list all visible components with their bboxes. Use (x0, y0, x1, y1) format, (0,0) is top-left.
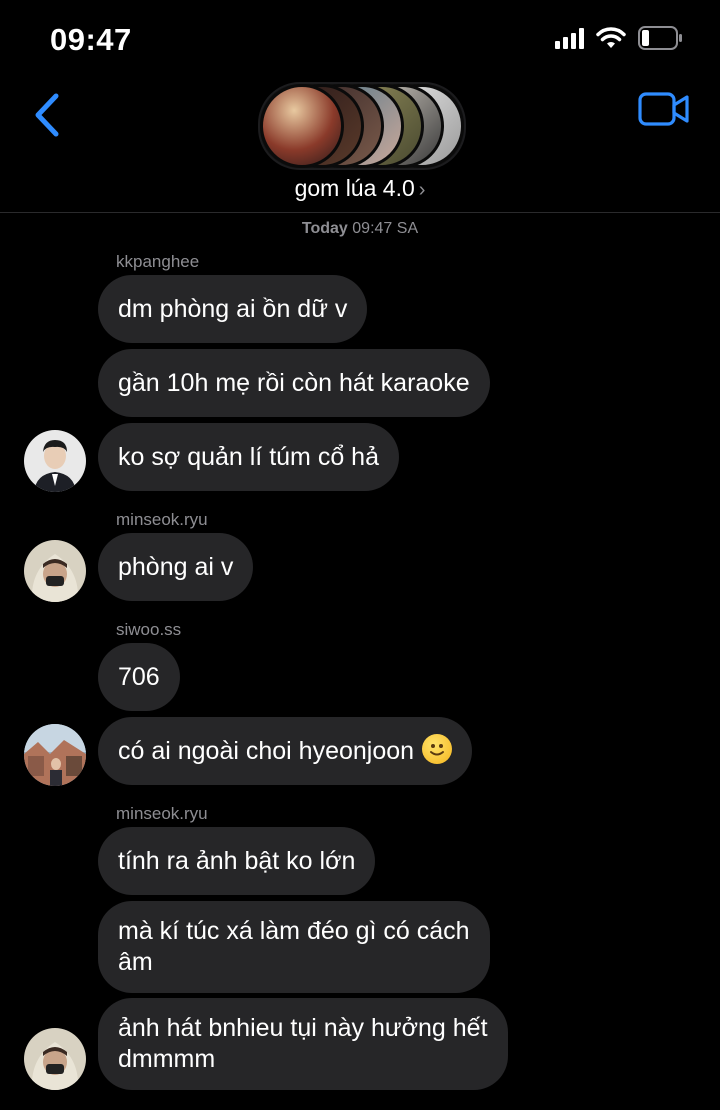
avatar[interactable] (24, 1028, 86, 1090)
group-name: gom lúa 4.0 (294, 175, 415, 201)
message-text: gần 10h mẹ rồi còn hát karaoke (118, 368, 470, 397)
message-bubble[interactable]: ko sợ quản lí túm cổ hả (98, 423, 399, 491)
chevron-right-icon: › (418, 179, 426, 201)
chat-screen: 09:47 gom lúa 4.0 › Today 09:47 SA kkpan… (0, 0, 720, 1110)
avatar[interactable] (24, 540, 86, 602)
slightly-smiling-face-icon (422, 734, 453, 764)
battery-icon (638, 26, 682, 50)
sender-name: minseok.ryu (116, 804, 208, 823)
chevron-left-icon[interactable] (28, 90, 68, 140)
message-text: tính ra ảnh bật ko lớn (118, 846, 356, 875)
sender-name: kkpanghee (116, 252, 200, 271)
timestamp-time: 09:47 SA (352, 220, 419, 237)
message-timestamp: Today 09:47 SA (0, 220, 720, 238)
sender-name: minseok.ryu (116, 510, 208, 529)
message-bubble[interactable]: gần 10h mẹ rồi còn hát karaoke (98, 349, 490, 417)
avatar[interactable] (24, 430, 86, 492)
group-avatar-stack[interactable] (258, 82, 466, 170)
message-text: phòng ai v (118, 552, 234, 581)
message-bubble[interactable]: phòng ai v (98, 533, 254, 601)
message-text: ko sợ quản lí túm cổ hả (118, 442, 379, 471)
cellular-signal-icon (555, 27, 584, 49)
message-bubble[interactable]: 706 (98, 643, 180, 711)
message-text: ảnh hát bnhieu tụi này hưởng hết dmmmm (118, 1014, 488, 1073)
message-text: mà kí túc xá làm đéo gì có cách âm (118, 917, 470, 976)
message-bubble[interactable]: dm phòng ai ồn dữ v (98, 275, 368, 343)
message-bubble[interactable]: có ai ngoài choi hyeonjoon (98, 717, 473, 785)
video-camera-icon[interactable] (638, 90, 690, 128)
timestamp-day: Today (301, 220, 348, 237)
group-title[interactable]: gom lúa 4.0 › (0, 175, 720, 202)
avatar[interactable] (24, 724, 86, 786)
message-text: có ai ngoài choi hyeonjoon (118, 736, 415, 765)
message-bubble[interactable]: tính ra ảnh bật ko lớn (98, 827, 376, 895)
status-time: 09:47 (50, 22, 132, 57)
status-icons (555, 26, 684, 50)
message-text: dm phòng ai ồn dữ v (118, 294, 348, 323)
message-bubble[interactable]: mà kí túc xá làm đéo gì có cách âm (98, 901, 490, 993)
message-text: 706 (118, 662, 160, 691)
chat-header: gom lúa 4.0 › (0, 70, 720, 213)
wifi-icon (596, 27, 626, 48)
group-member-avatar (260, 84, 344, 168)
message-bubble[interactable]: ảnh hát bnhieu tụi này hưởng hết dmmmm (98, 998, 508, 1090)
sender-name: siwoo.ss (116, 620, 182, 639)
